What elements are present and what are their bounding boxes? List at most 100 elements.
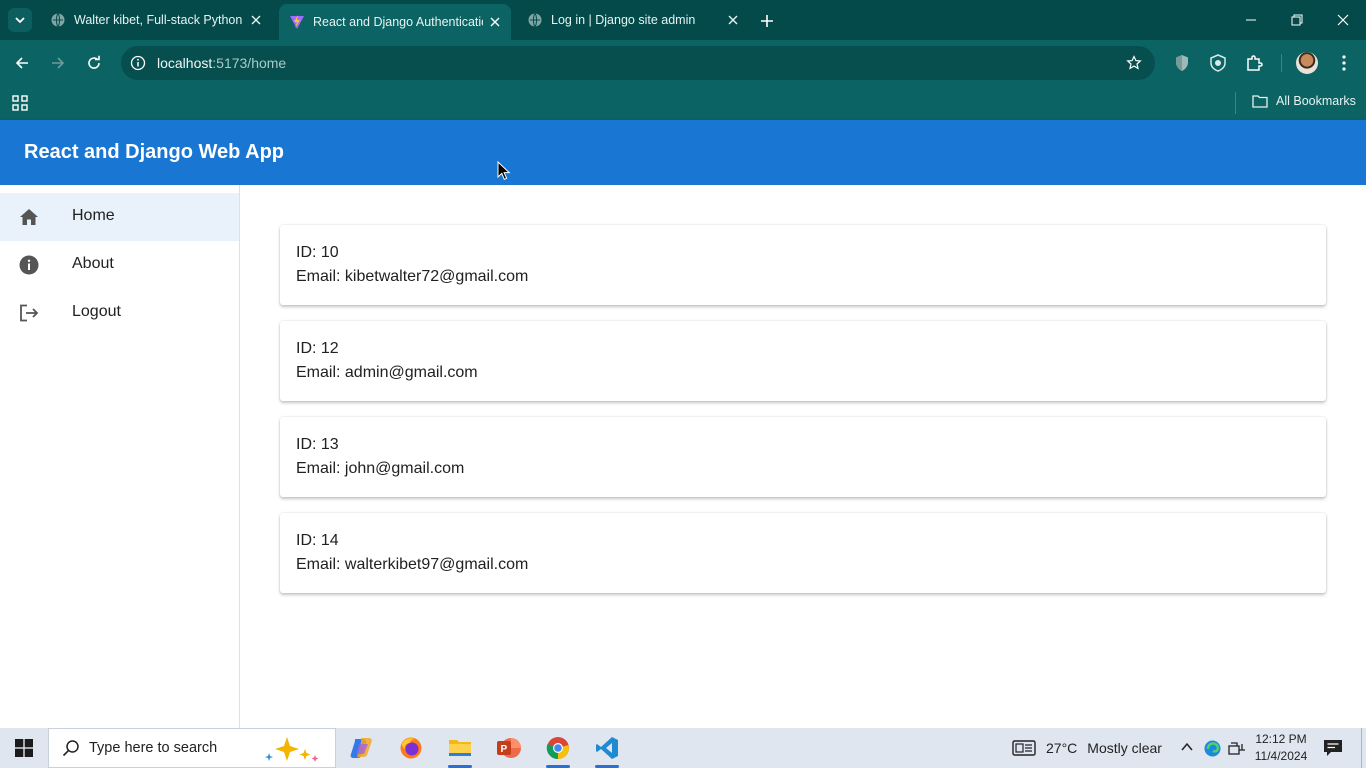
tab-title: React and Django Authenticatio [313, 15, 483, 29]
url-text: localhost:5173/home [157, 55, 286, 71]
firefox-icon [400, 737, 422, 759]
forward-button[interactable] [46, 51, 70, 75]
sidebar-item-label: Logout [72, 303, 121, 320]
user-id: ID: 13 [296, 436, 339, 453]
mouse-cursor-icon [497, 161, 511, 180]
browser-tab-3[interactable]: Log in | Django site admin [517, 0, 749, 40]
tab-search-button[interactable] [8, 8, 32, 32]
chrome-icon [546, 737, 569, 760]
browser-tab-2[interactable]: React and Django Authenticatio [279, 4, 511, 40]
user-card: ID: 10 Email: kibetwalter72@gmail.com [280, 225, 1326, 305]
close-icon[interactable] [725, 12, 741, 28]
weather-news-icon [1012, 740, 1036, 756]
bookmarks-divider [1235, 92, 1236, 114]
start-button[interactable] [0, 728, 48, 768]
close-window-button[interactable] [1320, 0, 1366, 40]
taskbar-search-box[interactable]: Type here to search [48, 728, 336, 768]
weather-temperature: 27°C [1046, 740, 1078, 756]
extension-badge-icon[interactable] [1207, 52, 1229, 74]
restore-icon [1291, 14, 1303, 26]
sidebar-item-label: Home [72, 207, 115, 224]
address-bar[interactable]: localhost:5173/home [121, 46, 1155, 80]
bookmark-star-icon[interactable] [1125, 54, 1143, 72]
url-path: :5173/home [212, 55, 287, 71]
windows-logo-icon [15, 739, 33, 757]
copilot-icon [350, 738, 372, 758]
extension-shield-icon[interactable] [1171, 52, 1193, 74]
edge-tray-icon[interactable] [1204, 740, 1221, 762]
powerpoint-icon: P [497, 738, 521, 758]
globe-icon [50, 12, 66, 28]
bookmarks-bar: All Bookmarks [0, 86, 1366, 120]
info-icon [17, 253, 41, 277]
reload-button[interactable] [82, 51, 106, 75]
site-info-icon[interactable] [129, 54, 147, 72]
weather-condition: Mostly clear [1087, 740, 1162, 756]
close-icon[interactable] [487, 14, 503, 30]
windows-taskbar: Type here to search P 27°C Mostly clear … [0, 728, 1366, 768]
user-card: ID: 12 Email: admin@gmail.com [280, 321, 1326, 401]
vite-icon [289, 14, 305, 30]
apps-grid-icon[interactable] [11, 94, 29, 112]
avatar [1296, 52, 1318, 74]
taskbar-file-explorer[interactable] [436, 728, 484, 768]
user-email: Email: kibetwalter72@gmail.com [296, 268, 529, 285]
taskbar-firefox[interactable] [387, 728, 435, 768]
svg-text:P: P [501, 744, 508, 755]
menu-button[interactable] [1333, 52, 1355, 74]
arrow-left-icon [15, 57, 28, 69]
close-icon[interactable] [248, 12, 264, 28]
user-id: ID: 10 [296, 244, 339, 261]
clock-date: 11/4/2024 [1254, 749, 1308, 763]
app-header: React and Django Web App [0, 120, 1366, 185]
sidebar-item-label: About [72, 255, 114, 272]
network-icon[interactable] [1228, 740, 1246, 761]
back-button[interactable] [10, 51, 34, 75]
toolbar-divider [1281, 54, 1282, 72]
close-icon [1337, 14, 1349, 26]
vscode-icon [596, 737, 618, 759]
url-host: localhost [157, 55, 213, 71]
search-placeholder: Type here to search [89, 740, 218, 756]
taskbar-chrome[interactable] [534, 728, 582, 768]
extensions-puzzle-icon[interactable] [1243, 52, 1265, 74]
notifications-icon[interactable] [1323, 739, 1343, 762]
sidebar-item-about[interactable]: About [0, 241, 239, 289]
chevron-down-icon [15, 17, 25, 24]
arrow-right-icon [52, 57, 65, 69]
taskbar-vscode[interactable] [583, 728, 631, 768]
taskbar-clock[interactable]: 12:12 PM 11/4/2024 [1252, 731, 1310, 765]
search-icon [61, 738, 81, 758]
tab-title: Log in | Django site admin [551, 13, 696, 27]
minimize-button[interactable] [1228, 0, 1274, 40]
weather-widget[interactable]: 27°C Mostly clear [1012, 728, 1162, 768]
all-bookmarks-label: All Bookmarks [1276, 94, 1356, 108]
new-tab-button[interactable] [756, 10, 778, 32]
user-card: ID: 13 Email: john@gmail.com [280, 417, 1326, 497]
browser-toolbar: localhost:5173/home [0, 40, 1366, 86]
chevron-up-icon[interactable] [1180, 740, 1194, 759]
copilot-sparkle-icon [265, 737, 319, 762]
clock-time: 12:12 PM [1255, 732, 1307, 746]
restore-button[interactable] [1274, 0, 1320, 40]
profile-avatar[interactable] [1296, 52, 1318, 74]
user-id: ID: 14 [296, 532, 339, 549]
main-content: ID: 10 Email: kibetwalter72@gmail.com ID… [240, 185, 1366, 728]
browser-tab-1[interactable]: Walter kibet, Full-stack Python a [40, 0, 272, 40]
globe-icon [527, 12, 543, 28]
browser-tab-strip: Walter kibet, Full-stack Python a React … [0, 0, 1366, 40]
sidebar: Home About Logout [0, 185, 240, 728]
taskbar-copilot[interactable] [338, 728, 386, 768]
sidebar-item-logout[interactable]: Logout [0, 289, 239, 337]
user-email: Email: john@gmail.com [296, 460, 465, 477]
all-bookmarks-button[interactable]: All Bookmarks [1252, 94, 1356, 108]
user-email: Email: walterkibet97@gmail.com [296, 556, 529, 573]
show-desktop-button[interactable] [1361, 728, 1362, 768]
folder-icon [449, 740, 471, 756]
sidebar-item-home[interactable]: Home [0, 193, 239, 241]
plus-icon [761, 15, 773, 27]
taskbar-powerpoint[interactable]: P [485, 728, 533, 768]
home-icon [17, 205, 41, 229]
folder-icon [1252, 95, 1268, 108]
logout-icon [17, 301, 41, 325]
